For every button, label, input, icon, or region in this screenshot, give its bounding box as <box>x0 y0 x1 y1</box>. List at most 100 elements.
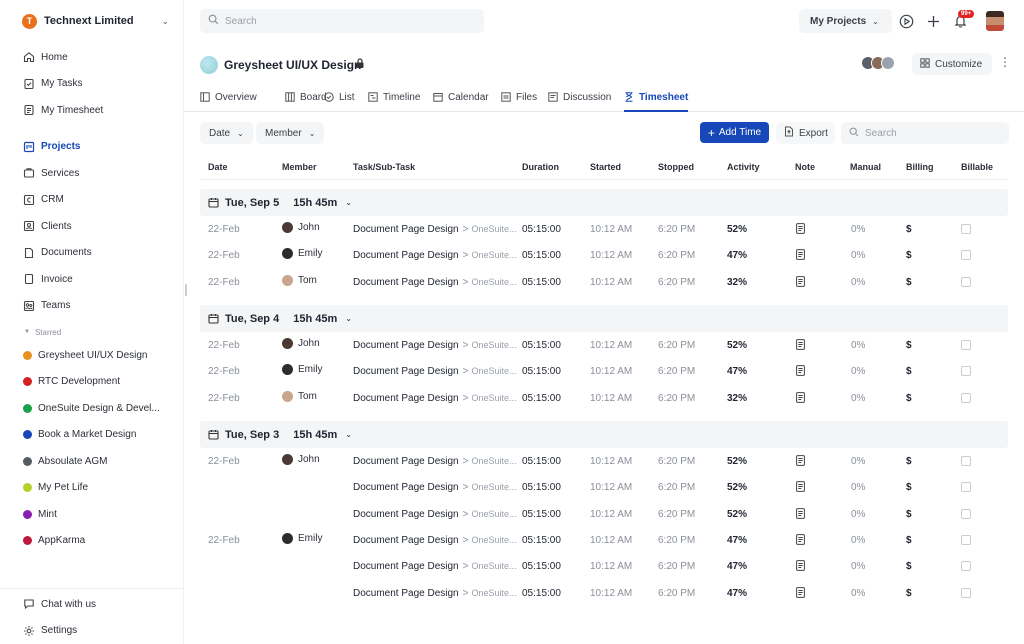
sidebar-item-projects[interactable]: Projects <box>0 134 183 161</box>
sidebar-item-my-tasks[interactable]: My Tasks <box>0 71 183 98</box>
customize-button[interactable]: Customize <box>912 53 992 75</box>
note-icon[interactable] <box>796 223 805 237</box>
starred-project[interactable]: Book a Market Design <box>0 422 183 449</box>
row-task[interactable]: Document Page Design > OneSuite... <box>353 482 517 493</box>
table-row[interactable]: Document Page Design > OneSuite... 05:15:00… <box>200 501 1008 527</box>
row-task[interactable]: Document Page Design > OneSuite... <box>353 509 517 520</box>
sidebar-item-documents[interactable]: Documents <box>0 240 183 267</box>
row-member[interactable]: Emily <box>282 364 322 376</box>
note-icon[interactable] <box>796 586 805 601</box>
plus-icon[interactable] <box>925 13 941 29</box>
row-task[interactable]: Document Page Design > OneSuite... <box>353 561 517 572</box>
billable-checkbox[interactable] <box>961 366 971 377</box>
starred-project[interactable]: Greysheet UI/UX Design <box>0 342 183 369</box>
starred-project[interactable]: My Pet Life <box>0 475 183 502</box>
table-row[interactable]: 22-Feb Tom Document Page Design > OneSuite..… <box>200 269 1008 295</box>
table-row[interactable]: 22-Feb Emily Document Page Design > OneSuite… <box>200 242 1008 268</box>
tab-files[interactable]: Files <box>501 92 537 112</box>
row-member[interactable]: John <box>282 222 320 233</box>
chat-with-us-link[interactable]: Chat with us <box>0 591 183 618</box>
starred-project[interactable]: AppKarma <box>0 528 183 555</box>
billable-checkbox[interactable] <box>961 508 971 519</box>
tab-list[interactable]: List <box>324 92 355 112</box>
tab-board[interactable]: Board <box>285 92 327 112</box>
billable-checkbox[interactable] <box>961 534 971 545</box>
starred-project[interactable]: Absoulate AGM <box>0 448 183 475</box>
play-circle-icon[interactable] <box>898 13 914 29</box>
add-time-button[interactable]: + Add Time <box>700 122 769 143</box>
row-task[interactable]: Document Page Design > OneSuite... <box>353 588 517 599</box>
table-row[interactable]: 22-Feb John Document Page Design > OneSuite.… <box>200 448 1008 474</box>
note-icon[interactable] <box>796 533 805 548</box>
billable-checkbox[interactable] <box>961 224 971 234</box>
row-task[interactable]: Document Page Design > OneSuite... <box>353 393 517 404</box>
starred-project[interactable]: Mint <box>0 501 183 528</box>
table-row[interactable]: 22-Feb John Document Page Design > OneSuite.… <box>200 332 1008 358</box>
row-task[interactable]: Document Page Design > OneSuite... <box>353 340 517 351</box>
table-row[interactable]: Document Page Design > OneSuite... 05:15:00… <box>200 580 1008 606</box>
starred-project[interactable]: RTC Development <box>0 369 183 396</box>
member-filter[interactable]: Member ⌄ <box>256 122 325 144</box>
sidebar-item-services[interactable]: Services <box>0 160 183 187</box>
sidebar-resize-handle[interactable] <box>185 284 187 296</box>
date-group-header[interactable]: Tue, Sep 5 15h 45m ⌄ <box>200 189 1008 216</box>
row-member[interactable]: Tom <box>282 274 317 286</box>
sidebar-item-home[interactable]: Home <box>0 44 183 71</box>
org-switcher[interactable]: T Technext Limited ⌄ <box>0 0 183 42</box>
more-vertical-icon[interactable]: ⋮ <box>999 56 1011 68</box>
table-row[interactable]: 22-Feb John Document Page Design > OneSuite.… <box>200 216 1008 242</box>
row-member[interactable]: Tom <box>282 390 317 402</box>
note-icon[interactable] <box>796 339 805 353</box>
note-icon[interactable] <box>796 455 805 469</box>
global-search-input[interactable] <box>225 15 465 27</box>
row-task[interactable]: Document Page Design > OneSuite... <box>353 366 517 377</box>
billable-checkbox[interactable] <box>961 250 971 261</box>
row-task[interactable]: Document Page Design > OneSuite... <box>353 250 517 261</box>
date-group-header[interactable]: Tue, Sep 3 15h 45m ⌄ <box>200 421 1008 448</box>
timesheet-search[interactable] <box>841 122 1009 144</box>
row-member[interactable]: John <box>282 454 320 465</box>
row-member[interactable]: Emily <box>282 532 322 544</box>
row-task[interactable]: Document Page Design > OneSuite... <box>353 277 517 288</box>
billable-checkbox[interactable] <box>961 587 971 598</box>
settings-link[interactable]: Settings <box>0 618 183 644</box>
billable-checkbox[interactable] <box>961 482 971 493</box>
row-member[interactable]: John <box>282 338 320 349</box>
tab-timeline[interactable]: Timeline <box>368 92 420 112</box>
note-icon[interactable] <box>796 481 805 495</box>
billable-checkbox[interactable] <box>961 340 971 350</box>
billable-checkbox[interactable] <box>961 561 971 572</box>
billable-checkbox[interactable] <box>961 456 971 466</box>
date-group-header[interactable]: Tue, Sep 4 15h 45m ⌄ <box>200 305 1008 332</box>
sidebar-item-my-timesheet[interactable]: My Timesheet <box>0 97 183 124</box>
note-icon[interactable] <box>796 275 805 290</box>
starred-project[interactable]: OneSuite Design & Devel... <box>0 395 183 422</box>
date-filter[interactable]: Date ⌄ <box>200 122 253 144</box>
note-icon[interactable] <box>796 249 805 263</box>
tab-timesheet[interactable]: Timesheet <box>624 92 689 112</box>
my-projects-dropdown[interactable]: My Projects ⌄ <box>799 9 892 33</box>
table-row[interactable]: Document Page Design > OneSuite... 05:15:00… <box>200 474 1008 500</box>
row-task[interactable]: Document Page Design > OneSuite... <box>353 535 517 546</box>
chevron-down-icon[interactable]: ⌄ <box>161 16 169 27</box>
note-icon[interactable] <box>796 507 805 522</box>
note-icon[interactable] <box>796 560 805 574</box>
timesheet-search-input[interactable] <box>865 127 1005 139</box>
row-member[interactable]: Emily <box>282 248 322 260</box>
tab-discussion[interactable]: Discussion <box>548 92 611 112</box>
user-avatar[interactable] <box>986 11 1004 31</box>
sidebar-item-crm[interactable]: CRM <box>0 187 183 214</box>
billable-checkbox[interactable] <box>961 276 971 287</box>
sidebar-item-invoice[interactable]: Invoice <box>0 266 183 293</box>
sidebar-item-clients[interactable]: Clients <box>0 213 183 240</box>
row-task[interactable]: Document Page Design > OneSuite... <box>353 224 517 235</box>
tab-calendar[interactable]: Calendar <box>433 92 489 112</box>
starred-header[interactable]: ▼ Starred <box>0 322 183 342</box>
table-row[interactable]: 22-Feb Tom Document Page Design > OneSuite..… <box>200 385 1008 411</box>
row-task[interactable]: Document Page Design > OneSuite... <box>353 456 517 467</box>
note-icon[interactable] <box>796 391 805 406</box>
global-search[interactable] <box>200 9 484 33</box>
table-row[interactable]: 22-Feb Emily Document Page Design > OneSuite… <box>200 358 1008 384</box>
table-row[interactable]: Document Page Design > OneSuite... 05:15:00… <box>200 553 1008 579</box>
tab-overview[interactable]: Overview <box>200 92 257 112</box>
